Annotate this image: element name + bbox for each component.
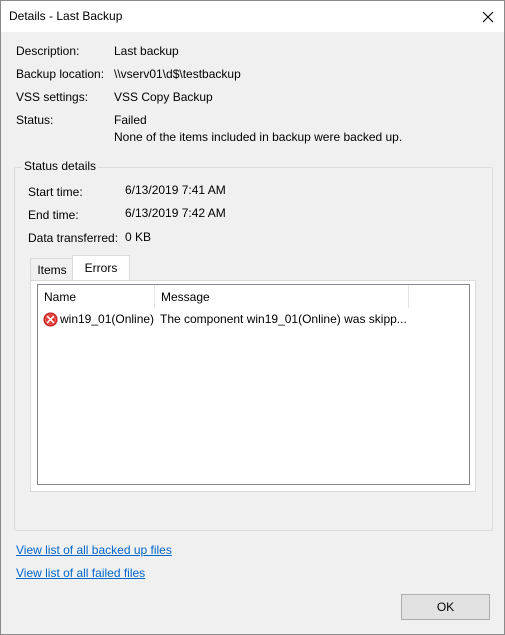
status-label: Status:	[16, 113, 54, 127]
backup-location-value: \\vserv01\d$\testbackup	[114, 67, 241, 81]
column-header-message-label: Message	[161, 289, 210, 304]
errors-tab-panel: Name Message win19_01(Online) The compon…	[30, 280, 476, 492]
close-button[interactable]	[472, 1, 504, 32]
status-details-title: Status details	[22, 159, 99, 173]
tab-items[interactable]: Items	[30, 258, 74, 281]
start-time-label: Start time:	[28, 185, 83, 199]
column-header-name[interactable]: Name	[38, 285, 155, 308]
end-time-value: 6/13/2019 7:42 AM	[125, 206, 226, 220]
status-value: Failed	[114, 113, 147, 127]
start-time-value: 6/13/2019 7:41 AM	[125, 183, 226, 197]
data-transferred-value: 0 KB	[125, 230, 152, 244]
ok-button-label: OK	[436, 600, 455, 614]
row-name: win19_01(Online)	[60, 312, 155, 326]
view-backed-up-files-link[interactable]: View list of all backed up files	[16, 543, 172, 557]
error-icon	[43, 311, 58, 327]
window-title: Details - Last Backup	[9, 9, 123, 23]
errors-list[interactable]: Name Message win19_01(Online) The compon…	[37, 284, 470, 485]
vss-settings-label: VSS settings:	[16, 90, 89, 104]
column-header-name-label: Name	[44, 289, 77, 304]
data-transferred-label: Data transferred:	[28, 231, 119, 245]
end-time-label: End time:	[28, 208, 79, 222]
description-label: Description:	[16, 44, 80, 58]
view-failed-files-link[interactable]: View list of all failed files	[16, 566, 145, 580]
close-icon	[482, 11, 494, 22]
details-dialog: Details - Last Backup Description: Last …	[0, 0, 505, 635]
tab-errors-label: Errors	[84, 261, 118, 275]
ok-button[interactable]: OK	[401, 594, 490, 620]
row-name-cell: win19_01(Online)	[43, 309, 155, 329]
backup-location-label: Backup location:	[16, 67, 105, 81]
column-header-message[interactable]: Message	[155, 285, 409, 308]
status-message: None of the items included in backup wer…	[114, 130, 403, 144]
row-message-cell: The component win19_01(Online) was skipp…	[160, 309, 460, 329]
title-bar[interactable]: Details - Last Backup	[1, 1, 504, 32]
row-message: The component win19_01(Online) was skipp…	[160, 312, 407, 326]
table-row[interactable]: win19_01(Online) The component win19_01(…	[38, 309, 469, 329]
tab-items-label: Items	[37, 263, 67, 277]
tab-errors[interactable]: Errors	[72, 255, 130, 280]
vss-settings-value: VSS Copy Backup	[114, 90, 213, 104]
description-value: Last backup	[114, 44, 179, 58]
